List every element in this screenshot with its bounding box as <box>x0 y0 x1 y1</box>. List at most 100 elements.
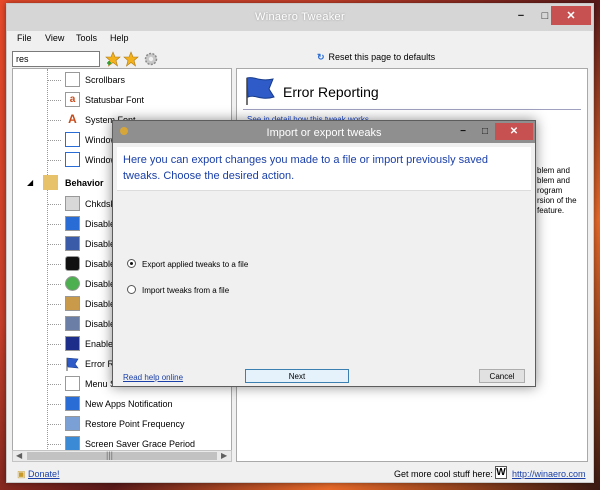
desc-line: blem and <box>537 166 570 175</box>
monitor-icon <box>65 316 80 331</box>
next-button[interactable]: Next <box>245 369 349 383</box>
error-flag-icon <box>66 357 79 371</box>
settings-gear-icon[interactable] <box>143 51 159 67</box>
scroll-grip-icon: ||| <box>106 450 114 460</box>
dialog-body: Export applied tweaks to a file Import t… <box>117 191 531 365</box>
tree-branch <box>47 324 61 325</box>
dialog-message: Here you can export changes you made to … <box>123 154 489 182</box>
menu-help[interactable]: Help <box>110 33 129 43</box>
title-bar[interactable]: Winaero Tweaker − □ ✕ <box>7 4 593 31</box>
import-option[interactable]: Import tweaks from a file <box>127 285 327 297</box>
tree-branch <box>47 284 61 285</box>
app-icon <box>65 216 80 231</box>
tree-branch <box>47 444 61 445</box>
notification-icon <box>65 396 80 411</box>
desc-line: rogram <box>537 186 563 195</box>
app-icon <box>65 256 80 271</box>
dialog-maximize-button[interactable]: □ <box>475 123 495 140</box>
tree-item-label: New Apps Notification <box>85 399 173 409</box>
donate-area: ▣ Donate! <box>17 469 60 480</box>
donate-icon: ▣ <box>17 469 26 479</box>
restore-point-icon <box>65 416 80 431</box>
tree-branch <box>47 224 61 225</box>
tree-item[interactable]: Restore Point Frequency <box>13 415 231 433</box>
reset-page-label: Reset this page to defaults <box>328 52 436 62</box>
menu-tools[interactable]: Tools <box>76 33 97 43</box>
tree-item-label: Restore Point Frequency <box>85 419 185 429</box>
menu-icon <box>65 376 80 391</box>
close-button[interactable]: ✕ <box>551 6 591 25</box>
window-icon <box>65 152 80 167</box>
heading-divider <box>243 109 581 110</box>
dialog-title-bar[interactable]: Import or export tweaks − □ ✕ <box>113 121 535 143</box>
tree-branch <box>47 304 61 305</box>
crash-screen-icon <box>65 336 80 351</box>
tree-branch <box>47 344 61 345</box>
menu-view[interactable]: View <box>45 33 64 43</box>
screensaver-icon <box>65 436 80 451</box>
tree-branch <box>47 100 61 101</box>
scrollbar-thumb[interactable] <box>27 452 217 460</box>
export-option[interactable]: Export applied tweaks to a file <box>127 259 327 271</box>
tree-item[interactable]: Scrollbars <box>13 71 231 89</box>
tree-horizontal-scrollbar[interactable]: ◀ ||| ▶ <box>12 450 232 462</box>
toolbar: res ↻ Reset this page to defaults <box>7 48 593 70</box>
scrollbars-icon <box>65 72 80 87</box>
tree-branch <box>47 80 61 81</box>
dialog-header: Here you can export changes you made to … <box>117 147 531 191</box>
dialog-minimize-button[interactable]: − <box>453 123 473 140</box>
desc-line: rsion of the <box>537 196 577 205</box>
tree-branch <box>47 264 61 265</box>
reset-page-button[interactable]: ↻ Reset this page to defaults <box>317 52 435 63</box>
tree-branch <box>47 204 61 205</box>
tree-branch <box>47 160 61 161</box>
tree-item-label: Scrollbars <box>85 75 126 85</box>
donate-link[interactable]: Donate! <box>28 469 60 479</box>
scroll-right-icon[interactable]: ▶ <box>221 451 227 460</box>
font-a-icon: A <box>65 112 80 127</box>
cancel-button[interactable]: Cancel <box>479 369 525 383</box>
export-option-label: Export applied tweaks to a file <box>142 260 249 269</box>
add-bookmark-star-icon[interactable] <box>105 51 121 67</box>
tree-branch <box>47 384 61 385</box>
import-export-dialog: Import or export tweaks − □ ✕ Here you c… <box>112 120 536 387</box>
desc-line: blem and <box>537 176 570 185</box>
winaero-url-link[interactable]: http://winaero.com <box>512 469 586 479</box>
menu-file[interactable]: File <box>17 33 32 43</box>
tree-branch <box>47 244 61 245</box>
tweak-title: Error Reporting <box>283 84 379 100</box>
winaero-logo-icon: W <box>495 466 507 479</box>
font-a-icon: a <box>65 92 80 107</box>
import-radio[interactable] <box>127 285 136 294</box>
tree-branch <box>47 120 61 121</box>
desc-line: feature. <box>537 206 565 215</box>
menu-bar: File View Tools Help <box>7 33 593 47</box>
tree-item-label: Screen Saver Grace Period <box>85 439 196 449</box>
tree-category-label: Behavior <box>65 178 104 188</box>
tree-branch <box>47 140 61 141</box>
tree-branch <box>47 404 61 405</box>
tree-item[interactable]: a Statusbar Font <box>13 91 231 109</box>
bookmarks-star-icon[interactable] <box>123 51 139 67</box>
import-option-label: Import tweaks from a file <box>142 286 230 295</box>
search-input[interactable]: res <box>12 51 100 67</box>
minimize-button[interactable]: − <box>511 6 531 25</box>
get-more-text: Get more cool stuff here: <box>394 469 493 479</box>
collapse-icon[interactable]: ◢ <box>27 178 33 187</box>
read-help-link[interactable]: Read help online <box>123 373 183 382</box>
scroll-left-icon[interactable]: ◀ <box>16 451 22 460</box>
tiles-icon <box>65 236 80 251</box>
behavior-category-icon <box>43 175 58 190</box>
export-radio[interactable] <box>127 259 136 268</box>
tree-item[interactable]: New Apps Notification <box>13 395 231 413</box>
tree-branch <box>47 364 61 365</box>
window-icon <box>65 132 80 147</box>
drive-icon <box>65 196 80 211</box>
status-bar: ▣ Donate! Get more cool stuff here: W ht… <box>7 465 593 482</box>
dialog-close-button[interactable]: ✕ <box>495 123 533 140</box>
reset-icon: ↻ <box>317 52 325 62</box>
check-icon <box>65 276 80 291</box>
tweak-description: blem and blem and rogram rsion of the fe… <box>537 166 589 216</box>
download-icon <box>65 296 80 311</box>
tree-item-label: Statusbar Font <box>85 95 145 105</box>
